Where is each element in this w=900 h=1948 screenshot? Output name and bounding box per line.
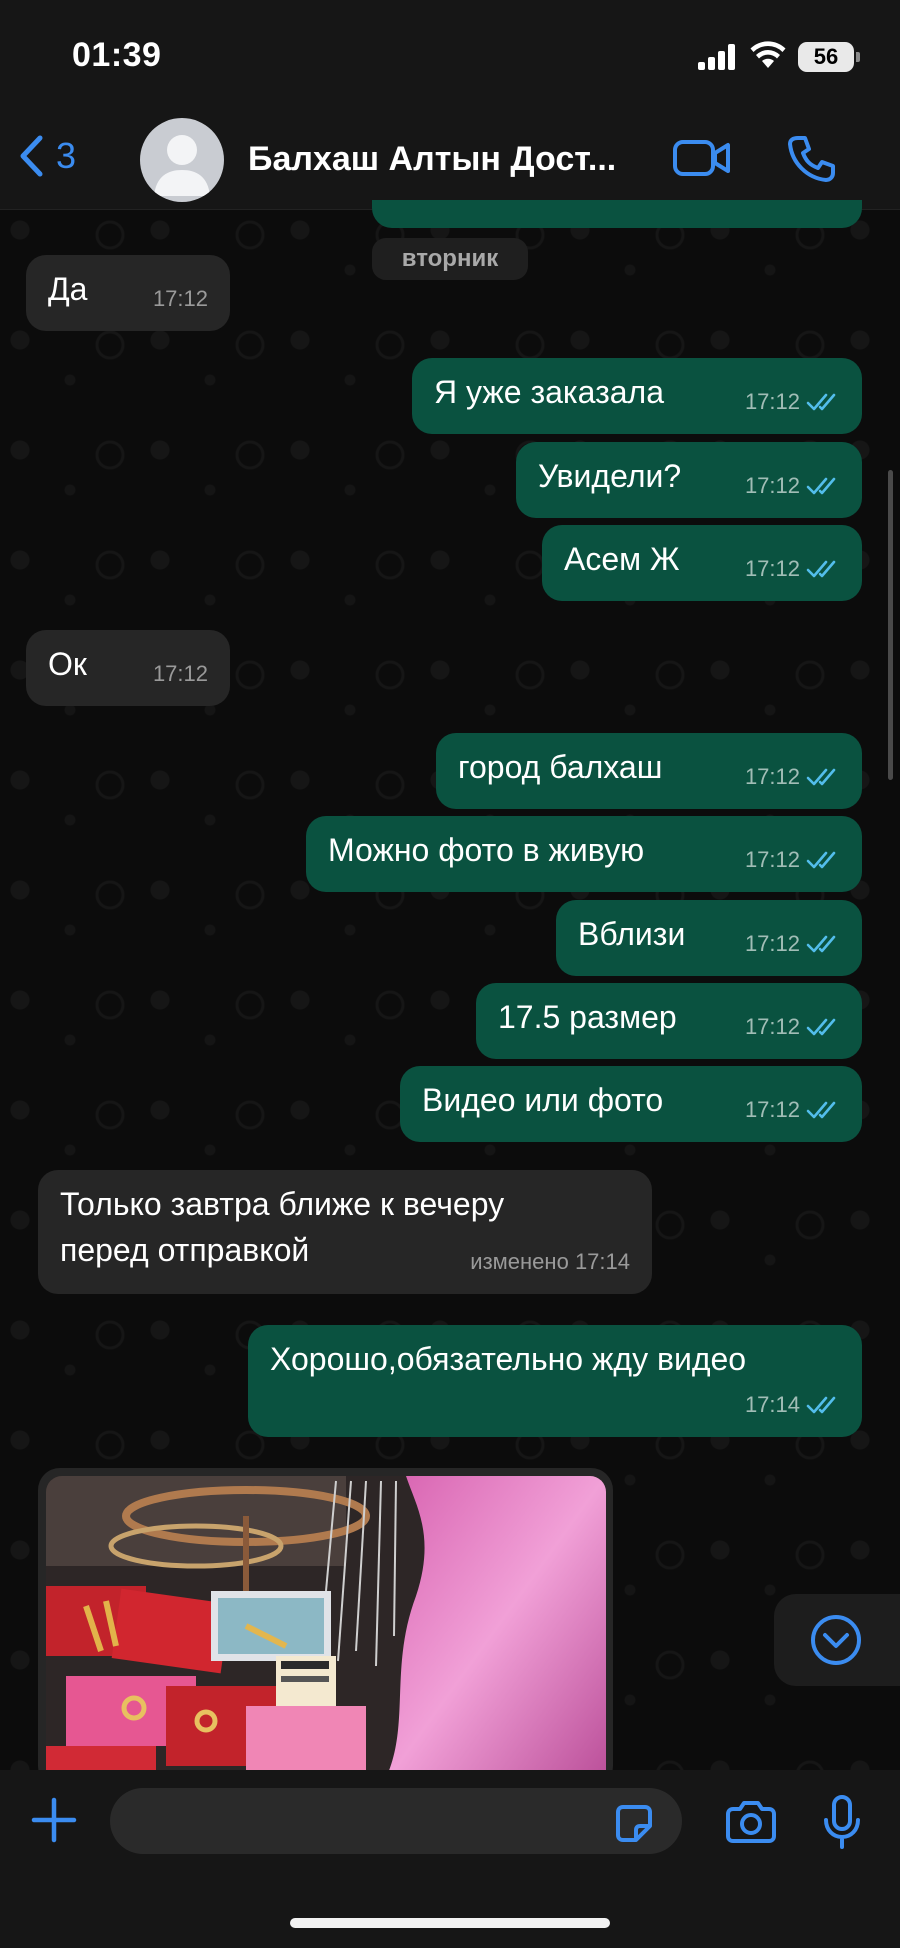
read-ticks-icon — [806, 851, 836, 869]
day-separator: вторник — [372, 238, 528, 280]
message-time: 17:12 — [152, 286, 208, 311]
message-time: 17:12 — [744, 1014, 800, 1039]
edited-label: изменено — [470, 1249, 569, 1274]
message-bubble[interactable]: город балхаш 17:12 — [436, 733, 862, 809]
message-composer — [0, 1770, 900, 1948]
message-text: Вблизи — [578, 916, 686, 952]
video-call-button[interactable] — [672, 136, 732, 180]
chevron-left-icon — [20, 135, 43, 177]
message-bubble[interactable]: Ок 17:12 — [26, 630, 230, 706]
partial-message-bubble[interactable] — [372, 200, 862, 228]
jewelry-photo-image — [46, 1476, 606, 1788]
plus-icon[interactable] — [30, 1796, 78, 1844]
message-time: 17:12 — [744, 556, 800, 581]
message-text: Можно фото в живую — [328, 832, 645, 868]
contact-name[interactable]: Балхаш Алтын Дост... — [248, 140, 616, 179]
read-ticks-icon — [806, 393, 836, 411]
photo-message[interactable] — [38, 1468, 613, 1788]
message-time: 17:12 — [744, 764, 800, 789]
jewelry-photo[interactable] — [46, 1476, 606, 1788]
message-bubble[interactable]: 17.5 размер 17:12 — [476, 983, 862, 1059]
default-avatar-icon — [154, 135, 210, 196]
message-bubble[interactable]: Хорошо,обязательно жду видео 17:14 — [248, 1325, 862, 1437]
avatar[interactable] — [140, 118, 224, 202]
message-text: Да — [48, 271, 88, 307]
message-bubble[interactable]: Только завтра ближе к вечеру перед отпра… — [38, 1170, 652, 1294]
message-bubble[interactable]: Асем Ж 17:12 — [542, 525, 862, 601]
phone-call-button[interactable] — [786, 134, 836, 184]
message-text-line: Только завтра ближе к вечеру — [60, 1186, 505, 1222]
battery-indicator: 56 — [798, 42, 860, 72]
message-time: 17:14 — [744, 1392, 800, 1417]
chevron-down-circle-icon — [811, 1615, 861, 1665]
chat-header: 3 Балхаш Алтын Дост... — [0, 110, 900, 210]
message-bubble[interactable]: Да 17:12 — [26, 255, 230, 331]
read-ticks-icon — [806, 1018, 836, 1036]
message-time: 17:14 — [574, 1249, 630, 1274]
message-text: Асем Ж — [564, 541, 680, 577]
home-indicator[interactable] — [290, 1918, 610, 1928]
read-ticks-icon — [806, 768, 836, 786]
scroll-to-bottom-button[interactable] — [774, 1594, 900, 1686]
message-bubble[interactable]: Вблизи 17:12 — [556, 900, 862, 976]
message-time: 17:12 — [744, 847, 800, 872]
read-ticks-icon — [806, 477, 836, 495]
message-text: 17.5 размер — [498, 999, 677, 1035]
read-ticks-icon — [806, 1101, 836, 1119]
scrollbar[interactable] — [888, 470, 893, 780]
unread-count: 3 — [56, 135, 77, 176]
message-time: 17:12 — [744, 931, 800, 956]
message-time: 17:12 — [744, 389, 800, 414]
message-input[interactable] — [110, 1788, 682, 1854]
message-time: 17:12 — [152, 661, 208, 686]
message-time: 17:12 — [744, 473, 800, 498]
wifi-icon — [750, 41, 786, 68]
read-ticks-icon — [806, 935, 836, 953]
signal-icon — [698, 44, 736, 70]
message-text: Увидели? — [538, 458, 682, 494]
microphone-icon[interactable] — [822, 1794, 862, 1850]
sticker-icon[interactable] — [612, 1802, 656, 1846]
message-bubble[interactable]: Видео или фото 17:12 — [400, 1066, 862, 1142]
message-text: Хорошо,обязательно жду видео — [270, 1341, 747, 1377]
read-ticks-icon — [806, 1396, 836, 1414]
message-bubble[interactable]: Можно фото в живую 17:12 — [306, 816, 862, 892]
back-button[interactable]: 3 — [18, 134, 76, 178]
read-ticks-icon — [806, 560, 836, 578]
message-time: 17:12 — [744, 1097, 800, 1122]
message-bubble[interactable]: Я уже заказала 17:12 — [412, 358, 862, 434]
message-text: Видео или фото — [422, 1082, 664, 1118]
message-text: Ок — [48, 646, 87, 682]
message-text-line: перед отправкой — [60, 1232, 310, 1268]
message-text: город балхаш — [458, 749, 663, 785]
status-bar: 01:39 56 — [0, 0, 900, 110]
message-bubble[interactable]: Увидели? 17:12 — [516, 442, 862, 518]
status-time: 01:39 — [72, 36, 162, 74]
message-text: Я уже заказала — [434, 374, 664, 410]
camera-icon[interactable] — [724, 1800, 778, 1844]
